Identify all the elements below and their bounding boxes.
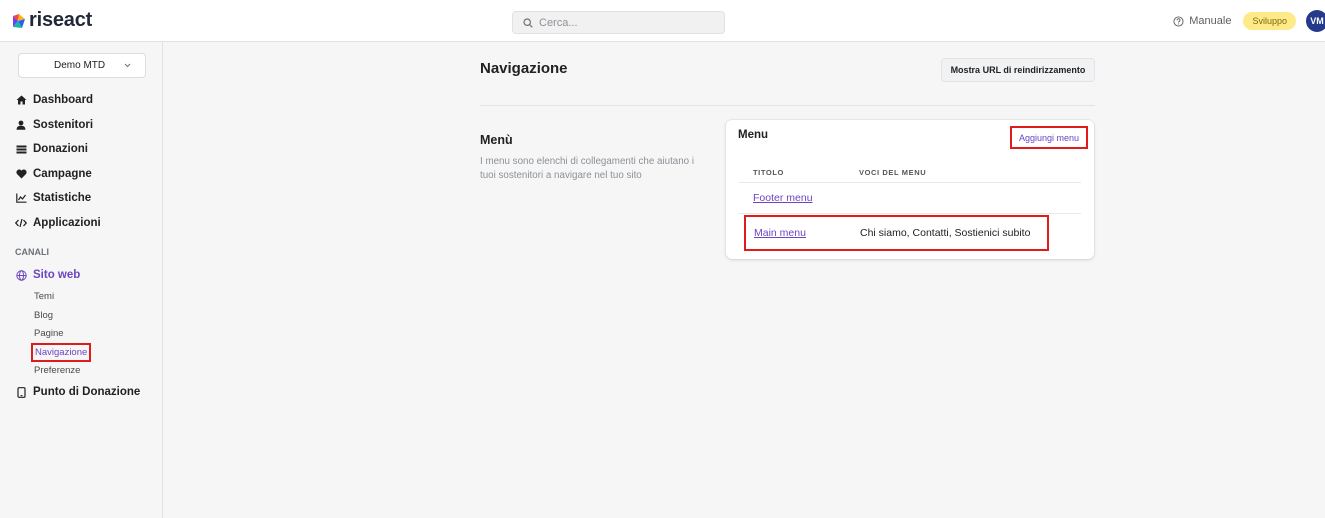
sidebar-subitem-blog[interactable]: Blog [34,306,160,325]
sidebar-item-sito-web[interactable]: Sito web [15,263,160,288]
menu-card: Menu Aggiungi menu TITOLO VOCI DEL MENU … [726,120,1094,259]
show-redirect-urls-button[interactable]: Mostra URL di reindirizzamento [941,58,1095,82]
user-icon [15,120,27,130]
sidebar: Demo MTD Dashboard Sostenitori Donazioni [0,42,163,518]
chevron-down-icon [124,63,131,68]
user-avatar[interactable]: VM [1306,10,1325,32]
menu-link-footer[interactable]: Footer menu [753,192,813,204]
section-title: Menù [480,133,513,147]
manual-link[interactable]: Manuale [1173,15,1231,27]
brand-logo[interactable]: riseact [12,9,92,32]
sidebar-subitem-pagine[interactable]: Pagine [34,325,160,344]
sidebar-item-label: Sito web [33,269,81,282]
globe-icon [15,270,27,281]
sidebar-subitem-preferenze[interactable]: Preferenze [34,362,160,381]
table-divider [739,182,1081,183]
device-icon [15,386,27,398]
page-title: Navigazione [480,60,568,77]
header-actions: Manuale Sviluppo VM [1173,8,1325,34]
sidebar-subitem-temi[interactable]: Temi [34,288,160,307]
logo-icon [13,13,25,28]
code-icon [15,218,27,228]
channels-section-label: CANALI [15,247,49,257]
heart-icon [15,169,27,179]
home-icon [15,95,27,105]
add-menu-button[interactable]: Aggiungi menu [1010,126,1088,149]
sidebar-item-label: Statistiche [33,192,92,205]
column-header-title: TITOLO [753,168,784,177]
divider [480,105,1095,106]
sidebar-item-campagne[interactable]: Campagne [15,162,160,187]
environment-badge: Sviluppo [1243,12,1296,30]
sidebar-item-label: Sostenitori [33,118,94,131]
table-row-main-menu: Main menu Chi siamo, Contatti, Sostienic… [744,215,1049,251]
sidebar-item-sostenitori[interactable]: Sostenitori [15,113,160,138]
menu-link-main[interactable]: Main menu [754,227,806,239]
sidebar-nav: Dashboard Sostenitori Donazioni Campagne… [15,88,160,405]
sidebar-item-statistiche[interactable]: Statistiche [15,186,160,211]
chart-icon [15,193,27,204]
search-box[interactable] [512,11,725,34]
sidebar-item-label: Applicazioni [33,216,101,229]
table-divider [739,213,1081,214]
menu-items-value: Chi siamo, Contatti, Sostienici subito [860,227,1031,239]
card-title: Menu [738,129,769,141]
sidebar-item-label: Dashboard [33,94,94,107]
money-icon [15,145,27,154]
sidebar-item-applicazioni[interactable]: Applicazioni [15,211,160,236]
section-description: I menu sono elenchi di collegamenti che … [480,156,695,181]
website-submenu: Temi Blog Pagine Navigazione Preferenze [15,288,160,381]
sidebar-item-label: Donazioni [33,143,88,156]
top-bar: riseact Manuale Sviluppo VM [0,0,1325,42]
sidebar-item-label: Punto di Donazione [33,386,141,399]
sidebar-item-dashboard[interactable]: Dashboard [15,88,160,113]
search-icon [523,17,533,28]
sidebar-item-punto-di-donazione[interactable]: Punto di Donazione [15,380,160,405]
sidebar-item-donazioni[interactable]: Donazioni [15,137,160,162]
organization-name: Demo MTD [54,60,106,71]
sidebar-item-label: Campagne [33,167,92,180]
manual-label: Manuale [1189,15,1232,27]
search-input[interactable] [539,16,709,29]
brand-name: riseact [29,9,93,31]
organization-selector[interactable]: Demo MTD [18,53,146,78]
help-icon [1173,15,1184,27]
column-header-menu-items: VOCI DEL MENU [859,168,927,177]
sidebar-subitem-navigazione[interactable]: Navigazione [30,342,160,362]
